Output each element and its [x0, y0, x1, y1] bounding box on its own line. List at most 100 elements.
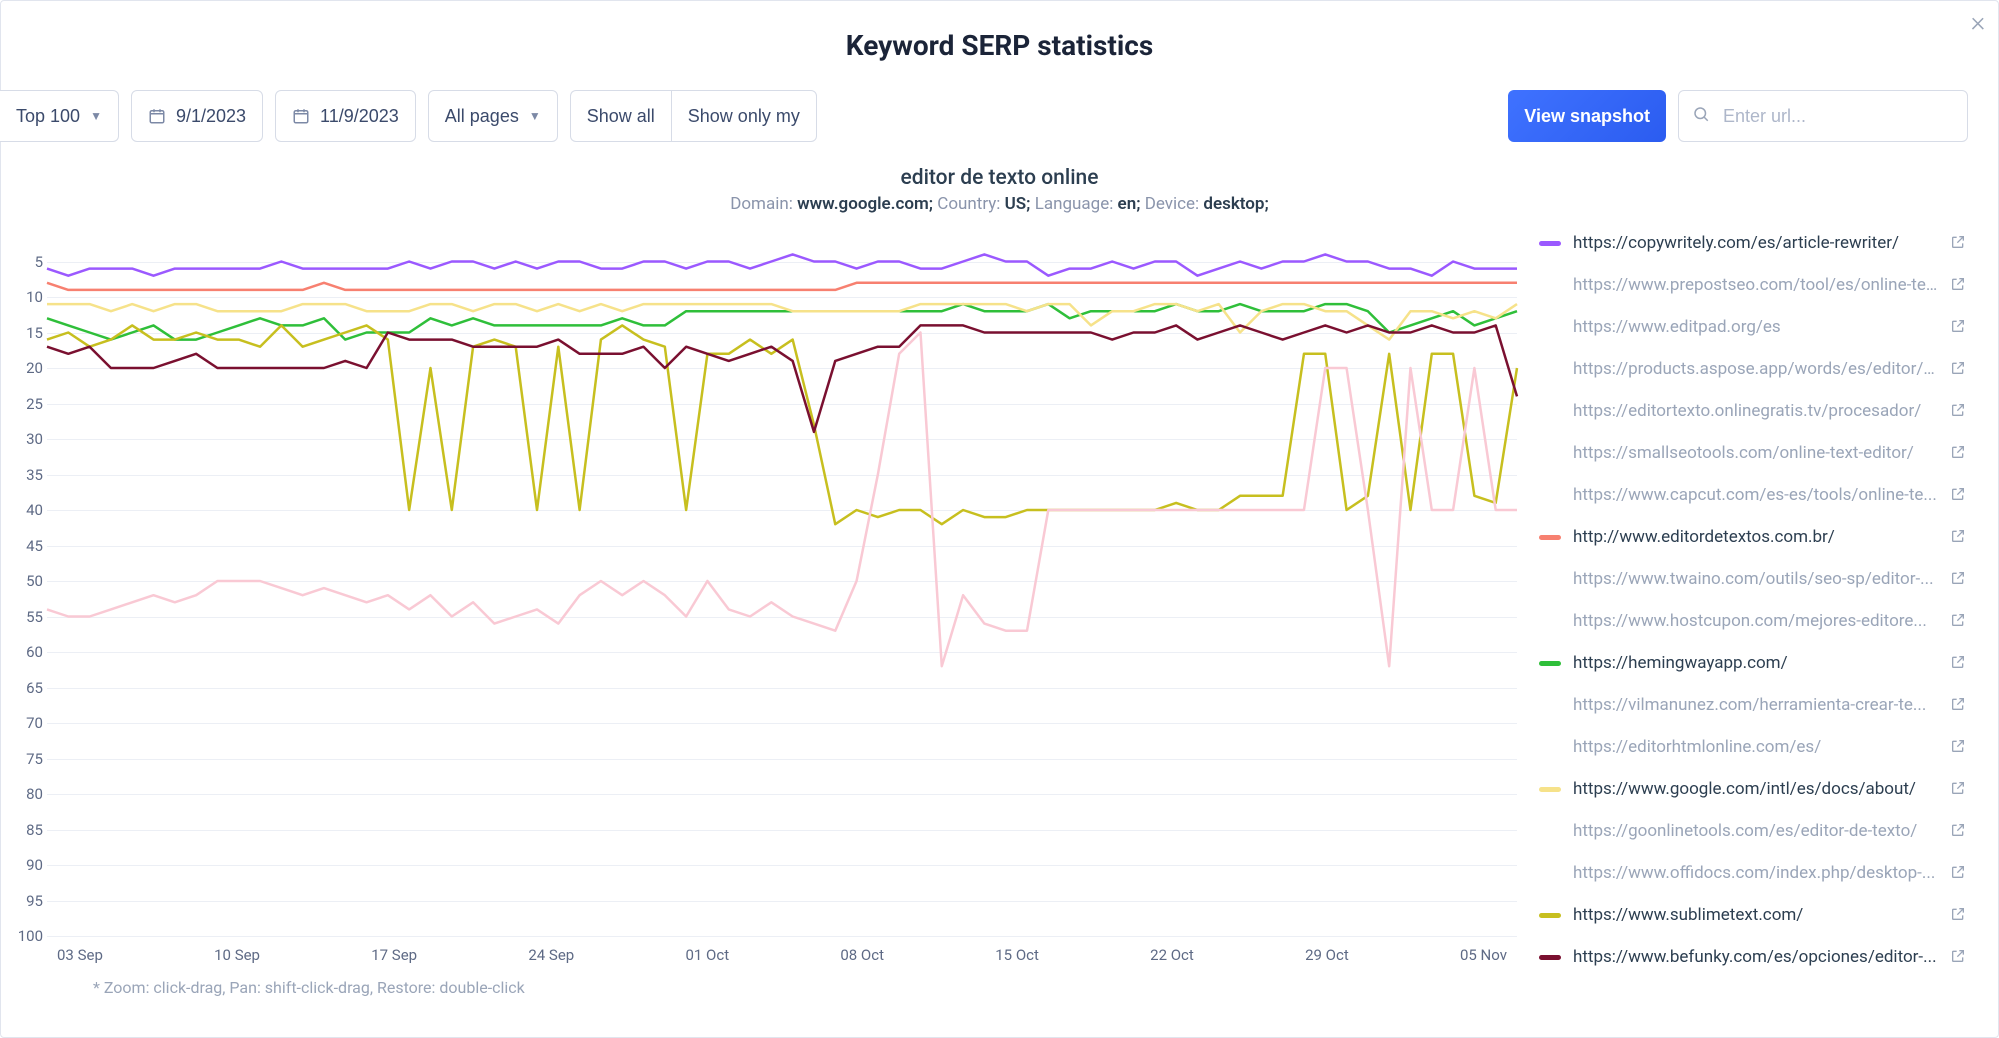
external-link-icon[interactable] — [1950, 948, 1968, 966]
pages-filter-select[interactable]: All pages ▼ — [428, 90, 558, 142]
y-tick: 5 — [3, 253, 43, 271]
x-tick: 29 Oct — [1305, 946, 1349, 964]
chart-header: editor de texto online Domain: www.googl… — [1, 166, 1998, 214]
external-link-icon[interactable] — [1950, 780, 1968, 798]
series-line — [47, 333, 1517, 667]
external-link-icon[interactable] — [1950, 486, 1968, 504]
calendar-icon — [292, 107, 310, 125]
external-link-icon[interactable] — [1950, 444, 1968, 462]
legend-item[interactable]: https://vilmanunez.com/herramienta-crear… — [1539, 684, 1968, 726]
y-tick: 35 — [3, 466, 43, 484]
close-icon[interactable]: × — [1962, 5, 1994, 37]
legend-item[interactable]: https://www.hostcupon.com/mejores-editor… — [1539, 600, 1968, 642]
legend-item[interactable]: https://www.prepostseo.com/tool/es/onlin… — [1539, 264, 1968, 306]
legend-label: https://www.editpad.org/es — [1573, 317, 1938, 337]
legend-item[interactable]: https://www.editpad.org/es — [1539, 306, 1968, 348]
y-tick: 65 — [3, 679, 43, 697]
series-line — [47, 283, 1517, 290]
series-line — [47, 254, 1517, 275]
legend-label: https://hemingwayapp.com/ — [1573, 653, 1938, 673]
external-link-icon[interactable] — [1950, 612, 1968, 630]
y-tick: 25 — [3, 395, 43, 413]
external-link-icon[interactable] — [1950, 318, 1968, 336]
legend-label: https://www.hostcupon.com/mejores-editor… — [1573, 611, 1938, 631]
chart-keyword: editor de texto online — [1, 166, 1998, 190]
legend-label: https://www.offidocs.com/index.php/deskt… — [1573, 863, 1938, 883]
legend-label: https://www.capcut.com/es-es/tools/onlin… — [1573, 485, 1938, 505]
y-tick: 60 — [3, 643, 43, 661]
chevron-down-icon: ▼ — [90, 109, 102, 123]
x-tick: 17 Sep — [371, 946, 417, 964]
external-link-icon[interactable] — [1950, 696, 1968, 714]
external-link-icon[interactable] — [1950, 570, 1968, 588]
legend-swatch — [1539, 955, 1561, 960]
external-link-icon[interactable] — [1950, 234, 1968, 252]
page-title: Keyword SERP statistics — [1, 29, 1998, 62]
url-search-input[interactable] — [1678, 90, 1968, 142]
external-link-icon[interactable] — [1950, 738, 1968, 756]
legend-item[interactable]: https://editorhtmlonline.com/es/ — [1539, 726, 1968, 768]
legend-item[interactable]: https://www.twaino.com/outils/seo-sp/edi… — [1539, 558, 1968, 600]
legend-label: https://www.prepostseo.com/tool/es/onlin… — [1573, 275, 1938, 295]
y-tick: 85 — [3, 821, 43, 839]
show-all-button[interactable]: Show all — [570, 90, 671, 142]
search-icon — [1692, 105, 1710, 127]
legend-label: https://editorhtmlonline.com/es/ — [1573, 737, 1938, 757]
legend-label: https://vilmanunez.com/herramienta-crear… — [1573, 695, 1938, 715]
date-to-value: 11/9/2023 — [320, 106, 399, 127]
external-link-icon[interactable] — [1950, 822, 1968, 840]
legend-label: https://www.google.com/intl/es/docs/abou… — [1573, 779, 1938, 799]
x-tick: 01 Oct — [685, 946, 729, 964]
y-tick: 90 — [3, 856, 43, 874]
legend-item[interactable]: https://copywritely.com/es/article-rewri… — [1539, 222, 1968, 264]
chevron-down-icon: ▼ — [529, 109, 541, 123]
y-tick: 80 — [3, 785, 43, 803]
y-tick: 75 — [3, 750, 43, 768]
legend-item[interactable]: https://www.capcut.com/es-es/tools/onlin… — [1539, 474, 1968, 516]
external-link-icon[interactable] — [1950, 864, 1968, 882]
toolbar: Top 100 ▼ 9/1/2023 11/9/2023 All pages ▼… — [1, 62, 1998, 152]
x-axis: 03 Sep10 Sep17 Sep24 Sep01 Oct08 Oct15 O… — [47, 946, 1517, 964]
x-tick: 05 Nov — [1460, 946, 1507, 964]
date-from-picker[interactable]: 9/1/2023 — [131, 90, 263, 142]
external-link-icon[interactable] — [1950, 654, 1968, 672]
legend-label: https://smallseotools.com/online-text-ed… — [1573, 443, 1938, 463]
external-link-icon[interactable] — [1950, 360, 1968, 378]
legend-item[interactable]: https://editortexto.onlinegratis.tv/proc… — [1539, 390, 1968, 432]
view-snapshot-button[interactable]: View snapshot — [1508, 90, 1666, 142]
legend-item[interactable]: https://www.google.com/intl/es/docs/abou… — [1539, 768, 1968, 810]
x-tick: 24 Sep — [528, 946, 574, 964]
legend-swatch — [1539, 661, 1561, 666]
date-to-picker[interactable]: 11/9/2023 — [275, 90, 416, 142]
external-link-icon[interactable] — [1950, 906, 1968, 924]
legend-item[interactable]: https://products.aspose.app/words/es/edi… — [1539, 348, 1968, 390]
x-tick: 03 Sep — [57, 946, 103, 964]
legend-item[interactable]: https://www.offidocs.com/index.php/deskt… — [1539, 852, 1968, 894]
top-filter-select[interactable]: Top 100 ▼ — [0, 90, 119, 142]
legend-item[interactable]: https://www.sublimetext.com/ — [1539, 894, 1968, 936]
top-filter-label: Top 100 — [16, 106, 80, 127]
x-tick: 10 Sep — [214, 946, 260, 964]
y-tick: 50 — [3, 572, 43, 590]
legend-item[interactable]: https://smallseotools.com/online-text-ed… — [1539, 432, 1968, 474]
y-tick: 20 — [3, 359, 43, 377]
y-tick: 10 — [3, 288, 43, 306]
legend-item[interactable]: https://www.befunky.com/es/opciones/edit… — [1539, 936, 1968, 972]
show-only-my-button[interactable]: Show only my — [671, 90, 817, 142]
legend-swatch — [1539, 241, 1561, 246]
legend-item[interactable]: https://goonlinetools.com/es/editor-de-t… — [1539, 810, 1968, 852]
y-tick: 100 — [3, 927, 43, 945]
calendar-icon — [148, 107, 166, 125]
y-tick: 70 — [3, 714, 43, 732]
chart-meta: Domain: www.google.com; Country: US; Lan… — [1, 194, 1998, 214]
legend-label: https://products.aspose.app/words/es/edi… — [1573, 359, 1938, 379]
external-link-icon[interactable] — [1950, 402, 1968, 420]
legend-item[interactable]: https://hemingwayapp.com/ — [1539, 642, 1968, 684]
external-link-icon[interactable] — [1950, 528, 1968, 546]
legend-swatch — [1539, 787, 1561, 792]
chart-area[interactable]: 5101520253035404550556065707580859095100… — [1, 222, 1517, 997]
y-tick: 15 — [3, 324, 43, 342]
external-link-icon[interactable] — [1950, 276, 1968, 294]
x-tick: 08 Oct — [840, 946, 884, 964]
legend-item[interactable]: http://www.editordetextos.com.br/ — [1539, 516, 1968, 558]
